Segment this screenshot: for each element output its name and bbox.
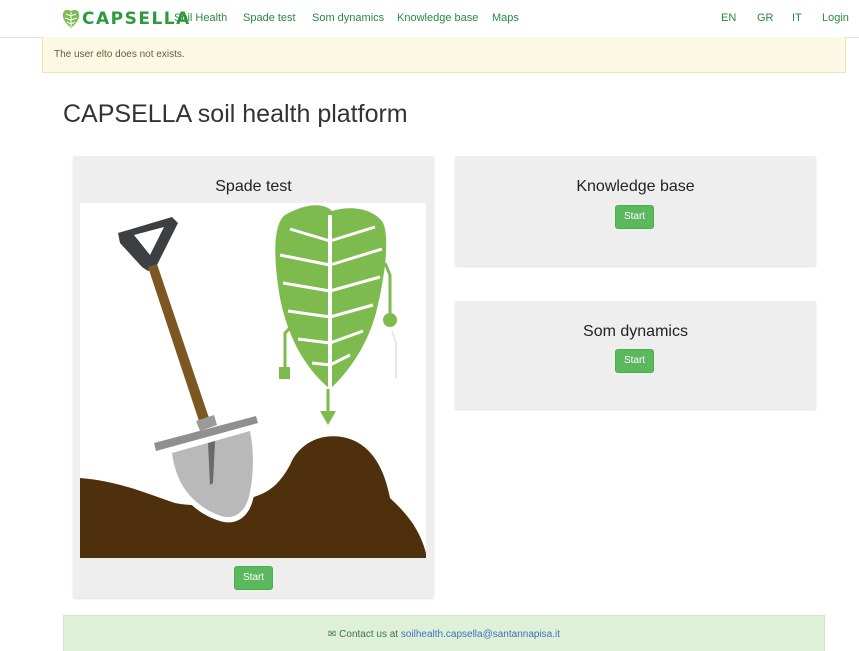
contact-prefix: Contact us at — [339, 629, 399, 640]
spade-test-start-button[interactable]: Start — [234, 566, 273, 590]
nav-maps[interactable]: Maps — [492, 12, 519, 24]
spade-test-title: Spade test — [215, 178, 292, 195]
som-dynamics-title: Som dynamics — [583, 323, 688, 340]
spade-illustration-icon — [80, 205, 426, 558]
alert-message: The user elto does not exists. — [54, 49, 185, 60]
capsella-leaf-logo-icon — [62, 9, 80, 28]
knowledge-base-card: Knowledge base Start — [455, 156, 816, 266]
nav-lang-it[interactable]: IT — [792, 12, 802, 24]
som-dynamics-start-button[interactable]: Start — [615, 349, 654, 373]
nav-spade-test[interactable]: Spade test — [243, 12, 296, 24]
knowledge-base-title: Knowledge base — [576, 178, 695, 195]
spade-test-card: Spade test Start — [73, 156, 434, 598]
contact-line: ✉ Contact us at soilhealth.capsella@sant… — [64, 629, 824, 640]
nav-lang-en[interactable]: EN — [721, 12, 736, 24]
som-dynamics-card: Som dynamics Start — [455, 301, 816, 409]
contact-email-link[interactable]: soilhealth.capsella@santannapisa.it — [401, 629, 560, 640]
top-navbar: CAPSELLA Soil Health Spade test Som dyna… — [0, 0, 859, 38]
spade-and-leaf-illustration — [80, 203, 426, 558]
nav-lang-gr[interactable]: GR — [757, 12, 774, 24]
nav-soil-health[interactable]: Soil Health — [174, 12, 227, 24]
envelope-icon: ✉ — [327, 629, 337, 640]
brand-logo[interactable]: CAPSELLA — [62, 8, 191, 30]
warning-alert: The user elto does not exists. — [42, 37, 846, 73]
page-title: CAPSELLA soil health platform — [63, 100, 408, 128]
nav-login[interactable]: Login — [822, 12, 849, 24]
knowledge-base-start-button[interactable]: Start — [615, 205, 654, 229]
contact-footer: ✉ Contact us at soilhealth.capsella@sant… — [63, 615, 825, 651]
nav-knowledge-base[interactable]: Knowledge base — [397, 12, 478, 24]
nav-som-dynamics[interactable]: Som dynamics — [312, 12, 384, 24]
